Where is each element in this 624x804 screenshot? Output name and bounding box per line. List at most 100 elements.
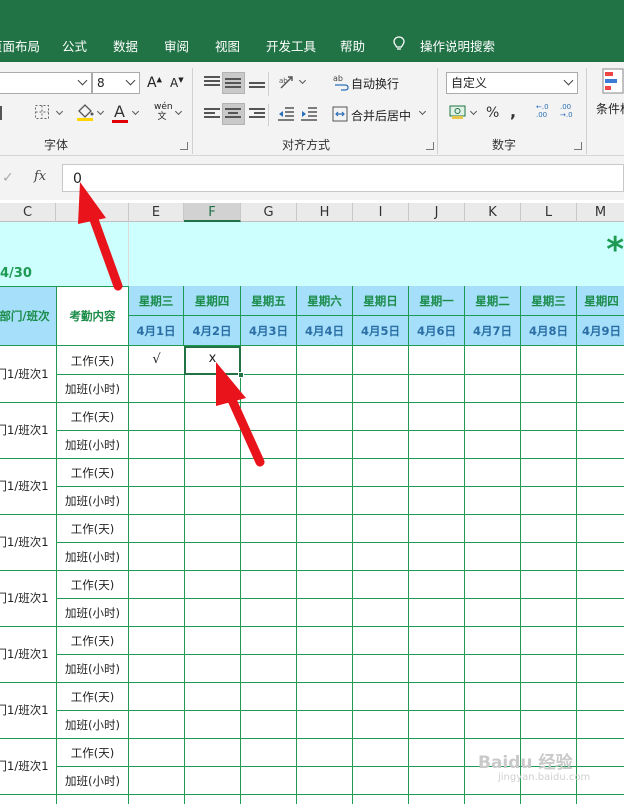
tab-formulas[interactable]: 公式 [62, 36, 87, 55]
chevron-down-icon[interactable] [469, 107, 478, 116]
percent-style-button[interactable]: % [486, 105, 499, 121]
chevron-down-icon[interactable] [77, 75, 88, 86]
column-header-I[interactable]: I [353, 203, 409, 222]
overtime-hours-label[interactable]: 加班(小时) [56, 605, 129, 621]
overtime-hours-label[interactable]: 加班(小时) [56, 549, 129, 565]
increase-indent-icon[interactable] [300, 106, 318, 122]
align-bottom-icon[interactable] [249, 82, 267, 96]
chevron-down-icon[interactable] [298, 76, 307, 85]
conditional-formatting-button[interactable]: 条件格 [596, 100, 624, 117]
wrap-text-button[interactable]: 自动换行 [351, 75, 399, 92]
column-header-C[interactable]: C [0, 203, 56, 222]
overtime-hours-label[interactable]: 加班(小时) [56, 717, 129, 733]
fill-color-icon[interactable] [75, 102, 95, 122]
work-days-label[interactable]: 工作(天) [56, 409, 129, 425]
font-dialog-launcher-icon[interactable] [180, 142, 188, 150]
weekday-header[interactable]: 星期日 [353, 286, 409, 316]
dept-cell[interactable]: 部门1/班次1 [0, 478, 56, 494]
date-header[interactable]: 4月4日 [297, 316, 353, 346]
title-star[interactable]: * [606, 230, 624, 270]
weekday-header[interactable]: 星期二 [465, 286, 521, 316]
chevron-down-icon[interactable] [418, 107, 427, 116]
align-top-icon[interactable] [204, 76, 222, 90]
chevron-down-icon[interactable] [174, 107, 183, 116]
decrease-decimal-button[interactable]: .00 →.0 [560, 103, 576, 119]
column-header-G[interactable]: G [241, 203, 297, 222]
increase-decimal-button[interactable]: ←.0 .00 [536, 103, 552, 119]
insert-function-icon[interactable]: fx [34, 169, 46, 184]
font-name-box[interactable] [0, 72, 92, 94]
date-header[interactable]: 4月1日 [129, 316, 184, 346]
date-header[interactable]: 4月7日 [465, 316, 521, 346]
overtime-hours-label[interactable]: 加班(小时) [56, 661, 129, 677]
dept-cell[interactable]: 部门1/班次1 [0, 646, 56, 662]
chevron-down-icon[interactable] [96, 107, 105, 116]
dept-cell[interactable]: 部门1/班次1 [0, 702, 56, 718]
column-header-E[interactable]: E [129, 203, 184, 222]
phonetic-guide-icon[interactable]: wén 文 [154, 102, 173, 122]
tab-page-layout[interactable]: 页面布局 [0, 36, 40, 55]
conditional-formatting-icon[interactable] [602, 68, 624, 94]
work-days-label[interactable]: 工作(天) [56, 465, 129, 481]
dept-shift-header[interactable]: 部门/班次 [0, 286, 57, 346]
number-format-box[interactable]: 自定义 [446, 72, 578, 94]
content-header[interactable]: 考勤内容 [56, 286, 129, 346]
date-header[interactable]: 4月2日 [184, 316, 241, 346]
date-header[interactable]: 4月3日 [241, 316, 297, 346]
weekday-header[interactable]: 星期三 [521, 286, 577, 316]
weekday-header[interactable]: 星期五 [241, 286, 297, 316]
merge-center-icon[interactable] [332, 106, 348, 122]
chevron-down-icon[interactable] [131, 107, 140, 116]
overtime-hours-label[interactable]: 加班(小时) [56, 381, 129, 397]
date-header[interactable]: 4月9日 [577, 316, 624, 346]
work-days-label[interactable]: 工作(天) [56, 633, 129, 649]
weekday-header[interactable]: 星期四 [577, 286, 624, 316]
alignment-dialog-launcher-icon[interactable] [426, 142, 434, 150]
decrease-indent-icon[interactable] [277, 106, 295, 122]
chevron-down-icon[interactable] [125, 75, 136, 86]
column-header-L[interactable]: L [521, 203, 577, 222]
merge-center-button[interactable]: 合并后居中 [351, 107, 411, 124]
date-header[interactable]: 4月8日 [521, 316, 577, 346]
weekday-header[interactable]: 星期四 [184, 286, 241, 316]
dept-cell[interactable]: 部门1/班次1 [0, 590, 56, 606]
weekday-header[interactable]: 星期三 [129, 286, 184, 316]
column-header-F[interactable]: F [184, 203, 241, 222]
overtime-hours-label[interactable]: 加班(小时) [56, 437, 129, 453]
column-header-H[interactable]: H [297, 203, 353, 222]
lightbulb-icon[interactable] [392, 36, 406, 52]
tab-data[interactable]: 数据 [113, 36, 138, 55]
work-days-label[interactable]: 工作(天) [56, 745, 129, 761]
work-days-label[interactable]: 工作(天) [56, 577, 129, 593]
align-left-icon[interactable] [204, 108, 222, 122]
wrap-text-icon[interactable]: ab [333, 73, 349, 91]
align-right-icon[interactable] [249, 108, 267, 122]
comma-style-button[interactable]: , [510, 102, 516, 121]
overtime-hours-label[interactable]: 加班(小时) [56, 493, 129, 509]
text-orientation-icon[interactable]: ab [278, 74, 296, 92]
overtime-hours-label[interactable]: 加班(小时) [56, 773, 129, 789]
tab-review[interactable]: 审阅 [164, 36, 189, 55]
tell-me-search[interactable]: 操作说明搜索 [420, 36, 495, 55]
font-color-icon[interactable]: A [114, 102, 125, 121]
tab-help[interactable]: 帮助 [340, 36, 365, 55]
weekday-header[interactable]: 星期六 [297, 286, 353, 316]
dept-cell[interactable]: 部门1/班次1 [0, 422, 56, 438]
bold-icon-fragment[interactable] [0, 106, 2, 120]
dept-cell[interactable]: 部门1/班次1 [0, 534, 56, 550]
work-days-label[interactable]: 工作(天) [56, 521, 129, 537]
tab-developer[interactable]: 开发工具 [266, 36, 316, 55]
tab-view[interactable]: 视图 [215, 36, 240, 55]
enter-check-icon[interactable]: ✓ [2, 170, 14, 186]
column-header-J[interactable]: J [409, 203, 465, 222]
cell-E-work-1[interactable]: √ [129, 352, 184, 367]
work-days-label[interactable]: 工作(天) [56, 689, 129, 705]
number-dialog-launcher-icon[interactable] [574, 142, 582, 150]
weekday-header[interactable]: 星期一 [409, 286, 465, 316]
shrink-font-icon[interactable]: A▼ [170, 76, 184, 90]
column-header-K[interactable]: K [465, 203, 521, 222]
date-header[interactable]: 4月6日 [409, 316, 465, 346]
work-days-label[interactable]: 工作(天) [56, 353, 129, 369]
column-header-M[interactable]: M [577, 203, 624, 222]
borders-icon[interactable] [34, 104, 50, 120]
